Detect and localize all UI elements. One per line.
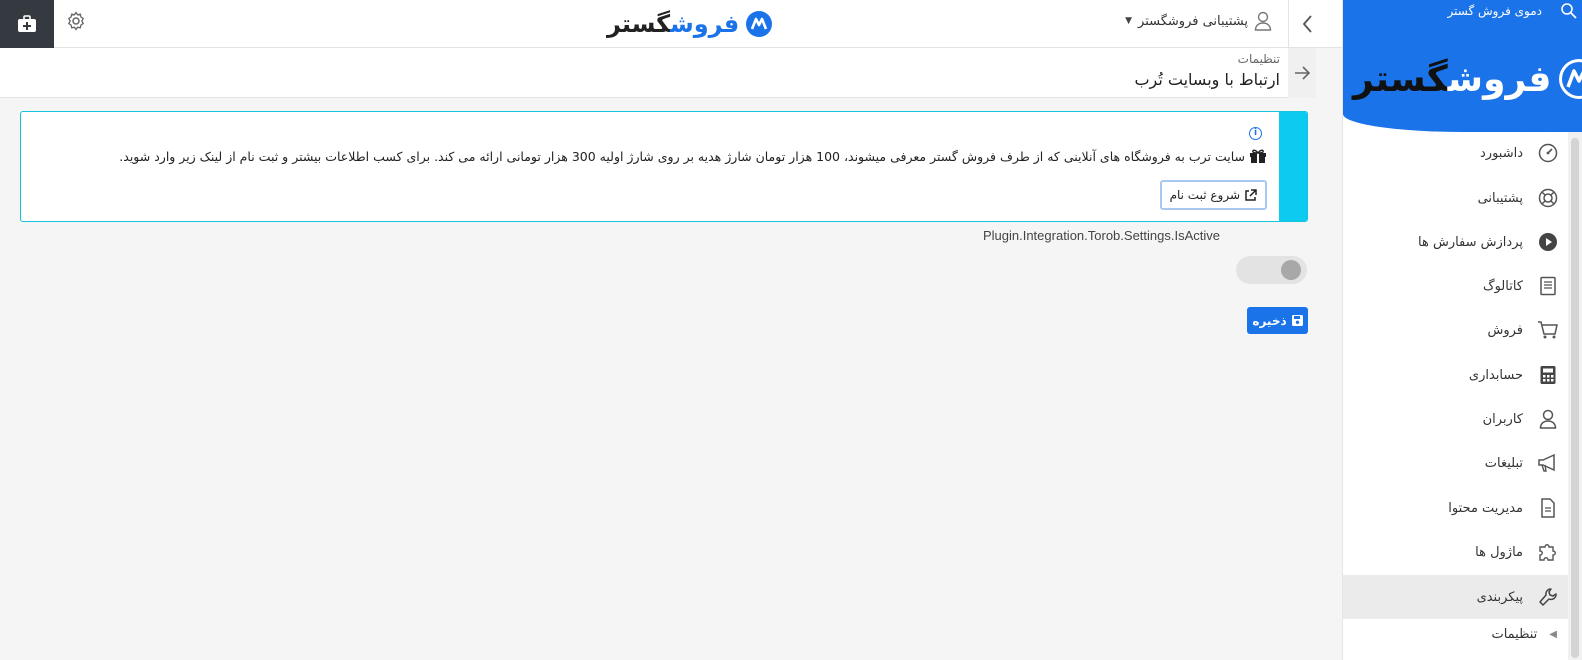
caret-down-icon: ▼ (1125, 16, 1133, 26)
sidebar-item-configuration[interactable]: پیکربندی (1343, 575, 1569, 619)
sidebar-item-label: کاربران (1482, 411, 1523, 427)
breadcrumb[interactable]: تنظیمات (1238, 52, 1280, 66)
scrollbar-thumb[interactable] (1571, 138, 1579, 658)
page-header: تنظیمات ارتباط با وبسایت تُرب (0, 48, 1316, 98)
sidebar-scrollbar[interactable] (1568, 132, 1582, 660)
file-icon (1537, 497, 1559, 519)
puzzle-icon (1537, 541, 1559, 563)
start-registration-button[interactable]: شروع ثبت نام (1159, 180, 1267, 210)
user-icon (1254, 11, 1272, 31)
medical-kit-icon (18, 15, 36, 32)
back-button[interactable] (1288, 48, 1316, 98)
sidebar-item-label: فروش (1487, 322, 1523, 338)
is-active-toggle[interactable] (1236, 256, 1307, 284)
sidebar-item-plugins[interactable]: ماژول ها (1343, 530, 1569, 574)
save-label: ذخیره (1252, 313, 1287, 328)
arrow-right-icon (1295, 66, 1311, 80)
sidebar-subitem-settings[interactable]: ◀ تنظیمات (1343, 619, 1569, 649)
sidebar-item-sales[interactable]: فروش (1343, 308, 1569, 352)
page-title: ارتباط با وبسایت تُرب (1134, 70, 1280, 89)
wrench-icon (1537, 586, 1559, 608)
gift-icon (1250, 149, 1266, 163)
sidebar-item-label: داشبورد (1480, 145, 1523, 161)
user-icon (1537, 408, 1559, 430)
sidebar-item-users[interactable]: کاربران (1343, 397, 1569, 441)
sidebar-item-label: ماژول ها (1475, 544, 1523, 560)
sidebar-item-label: حسابداری (1468, 367, 1523, 383)
caret-left-icon: ◀ (1549, 628, 1557, 640)
sidebar-item-label: پردازش سفارش ها (1418, 234, 1523, 250)
user-menu[interactable]: پشتیبانی فروشگستر ▼ (1125, 11, 1272, 31)
sidebar-item-order-processing[interactable]: پردازش سفارش ها (1343, 220, 1569, 264)
sidebar-item-label: مدیریت محتوا (1448, 500, 1523, 516)
external-link-icon (1245, 188, 1257, 201)
toggle-knob (1281, 260, 1301, 280)
is-active-label: Plugin.Integration.Torob.Settings.IsActi… (982, 228, 1220, 243)
search-icon[interactable] (1560, 2, 1578, 20)
quick-action-button[interactable] (0, 0, 54, 48)
store-name[interactable]: دموی فروش گستر (1448, 4, 1542, 18)
lifebuoy-icon (1537, 187, 1559, 209)
play-circle-icon (1537, 231, 1559, 253)
logo-text: فروشگستر (607, 10, 740, 38)
top-bar: فروشگستر پشتیبانی فروشگستر ▼ (0, 0, 1342, 48)
sidebar-logo-text: فروشگستر (1353, 58, 1552, 100)
info-text: سایت ترب به فروشگاه های آنلاینی که از طر… (119, 148, 1245, 164)
logo-mark-icon (746, 11, 773, 37)
sidebar-logo[interactable]: فروشگستر (1353, 56, 1582, 102)
start-registration-label: شروع ثبت نام (1169, 188, 1240, 202)
save-button[interactable]: ذخیره (1247, 307, 1308, 334)
sidebar-item-dashboard[interactable]: داشبورد (1343, 131, 1569, 175)
sidebar-item-label: کاتالوگ (1482, 278, 1523, 294)
collapse-sidebar-button[interactable] (1298, 12, 1318, 36)
sidebar-item-accounting[interactable]: حسابداری (1343, 353, 1569, 397)
sidebar-item-label: تبلیغات (1484, 455, 1523, 471)
sidebar-item-catalog[interactable]: کاتالوگ (1343, 264, 1569, 308)
sidebar-item-content-management[interactable]: مدیریت محتوا (1343, 486, 1569, 530)
user-name: پشتیبانی فروشگستر (1138, 13, 1248, 29)
sidebar-subitem-label: تنظیمات (1491, 626, 1538, 642)
megaphone-icon (1537, 452, 1559, 474)
sidebar-item-label: پیکربندی (1476, 589, 1523, 605)
calculator-icon (1537, 364, 1559, 386)
dashboard-icon (1537, 142, 1559, 164)
sidebar-item-label: پشتیبانی (1477, 190, 1523, 206)
sidebar: دموی فروش گستر فروشگستر داشبورد پشتیبانی… (1342, 0, 1582, 660)
chevron-left-icon (1302, 15, 1312, 33)
floppy-disk-icon (1291, 315, 1303, 326)
cart-icon (1537, 319, 1559, 341)
sidebar-item-support[interactable]: پشتیبانی (1343, 176, 1569, 220)
logo-mark-icon (1559, 59, 1582, 99)
settings-gear-icon[interactable] (66, 11, 86, 31)
brand-logo[interactable]: فروشگستر (607, 8, 773, 40)
divider (1288, 0, 1289, 48)
info-icon: i (1249, 127, 1262, 140)
info-message: سایت ترب به فروشگاه های آنلاینی که از طر… (119, 148, 1267, 164)
sidebar-item-marketing[interactable]: تبلیغات (1343, 441, 1569, 485)
book-icon (1537, 275, 1559, 297)
info-stripe (1279, 112, 1307, 221)
info-callout: i سایت ترب به فروشگاه های آنلاینی که از … (20, 111, 1308, 222)
